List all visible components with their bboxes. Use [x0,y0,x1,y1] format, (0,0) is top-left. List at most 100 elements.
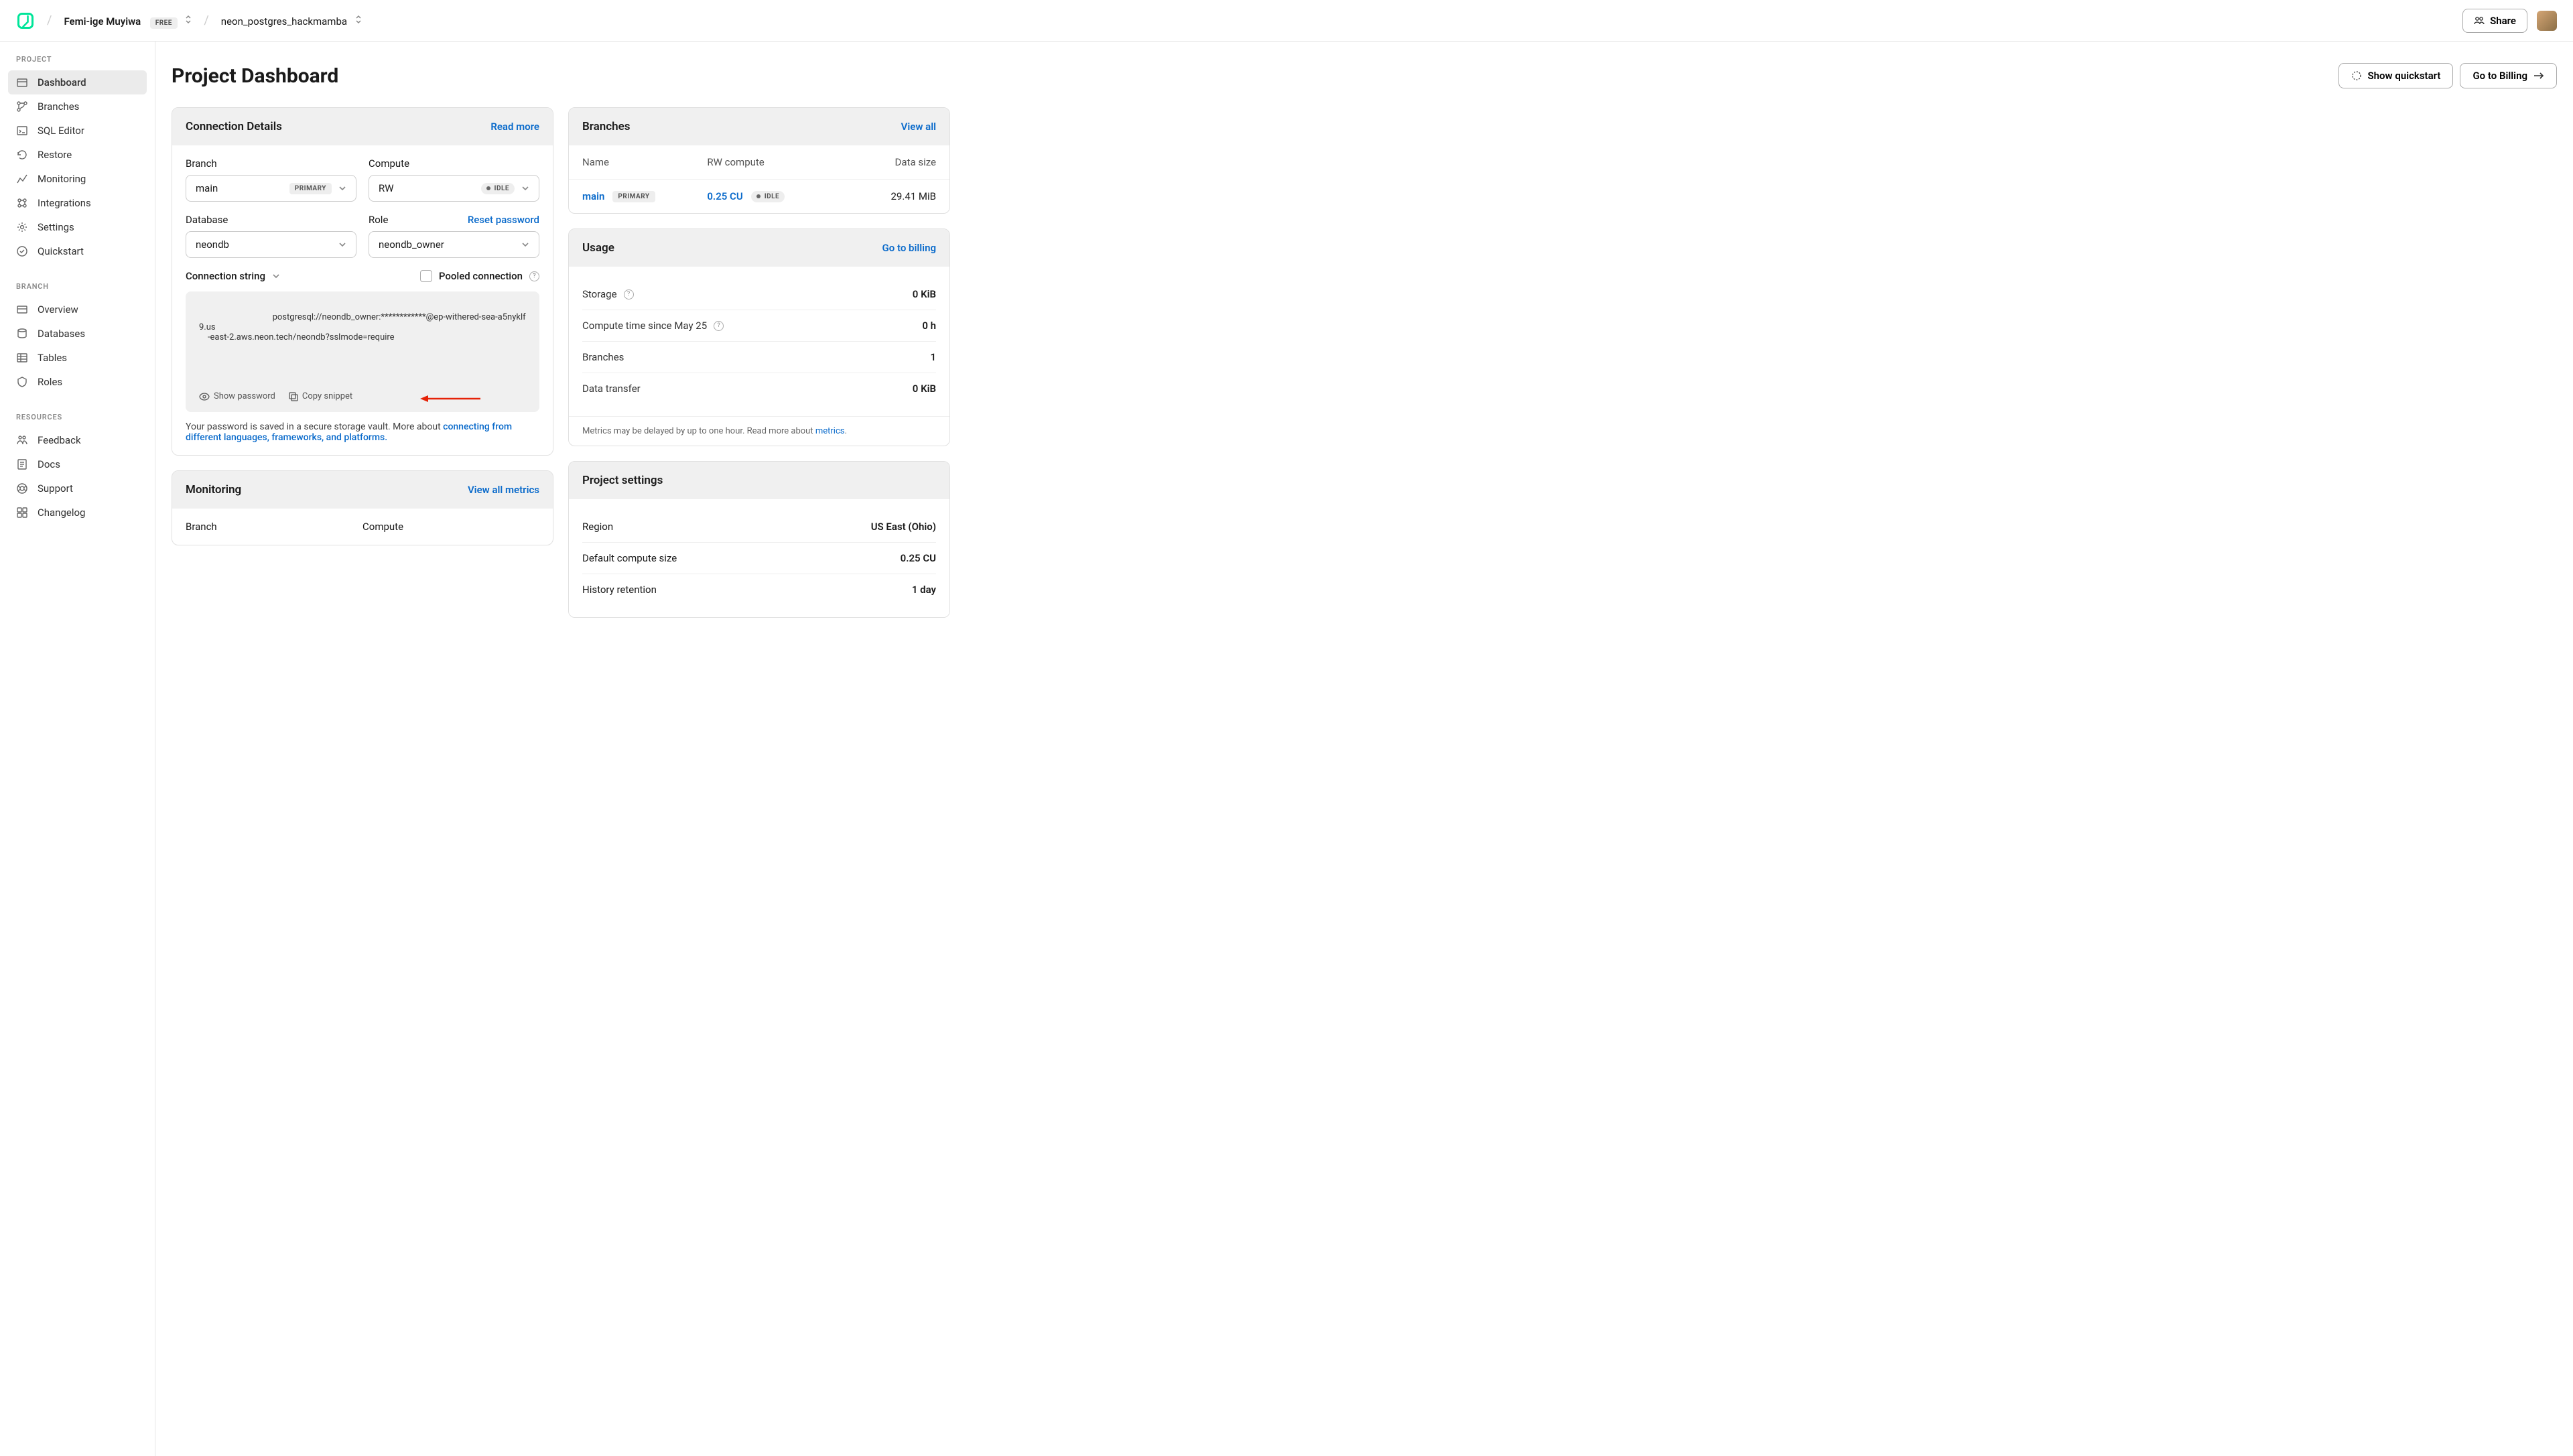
users-icon [2474,15,2485,26]
help-icon[interactable]: ? [714,321,724,331]
chevron-down-icon [521,186,529,191]
sidebar-item-monitoring[interactable]: Monitoring [8,167,147,191]
usage-value: 0 KiB [913,288,936,300]
pooled-label: Pooled connection [439,270,523,282]
help-icon[interactable]: ? [529,271,539,281]
metrics-note: Metrics may be delayed by up to one hour… [569,416,949,446]
primary-badge: PRIMARY [289,183,332,194]
sidebar-item-changelog[interactable]: Changelog [8,501,147,525]
branch-name-link[interactable]: main [582,190,604,202]
role-select[interactable]: neondb_owner [369,231,539,258]
role-label: Role [369,214,388,226]
usage-value: 0 KiB [913,383,936,395]
copy-snippet-button[interactable]: Copy snippet [289,391,352,401]
eye-icon [199,393,210,401]
sidebar-item-databases[interactable]: Databases [8,322,147,346]
sidebar-item-tables[interactable]: Tables [8,346,147,370]
branch-label: Branch [186,157,356,170]
sidebar-item-label: Docs [38,458,60,470]
sidebar-item-dashboard[interactable]: Dashboard [8,70,147,94]
compute-label: Compute [369,157,539,170]
copy-icon [289,392,298,401]
pooled-connection-checkbox[interactable] [420,270,432,282]
breadcrumb-separator: / [47,13,52,27]
topbar: / Femi-ige Muyiwa FREE / neon_postgres_h… [0,0,2573,42]
sidebar-item-label: Settings [38,221,74,233]
sidebar-item-feedback[interactable]: Feedback [8,428,147,452]
org-switcher[interactable]: Femi-ige Muyiwa FREE [64,14,192,27]
go-to-billing-button[interactable]: Go to Billing [2460,63,2557,88]
monitoring-icon [16,173,28,185]
project-switcher[interactable]: neon_postgres_hackmamba [221,14,362,27]
sidebar-item-settings[interactable]: Settings [8,215,147,239]
sidebar-item-label: Databases [38,328,85,340]
database-select[interactable]: neondb [186,231,356,258]
compute-select[interactable]: RW IDLE [369,175,539,202]
sidebar-item-label: Overview [38,304,78,316]
show-quickstart-button[interactable]: Show quickstart [2338,63,2454,88]
usage-value: 0 h [922,320,936,332]
usage-label: Compute time since May 25 ? [582,320,724,332]
settings-item: RegionUS East (Ohio) [582,511,936,543]
settings-value: US East (Ohio) [871,521,936,533]
branches-table-row[interactable]: main PRIMARY 0.25 CU IDLE 29.41 MiB [569,180,949,213]
usage-label: Storage ? [582,288,634,300]
sidebar-section-project: PROJECT [0,55,155,70]
share-button[interactable]: Share [2462,9,2527,33]
changelog-icon [16,507,28,519]
usage-item: Storage ? 0 KiB [582,279,936,310]
dashboard-icon [16,76,28,88]
show-password-button[interactable]: Show password [199,391,275,401]
sidebar-item-sql-editor[interactable]: SQL Editor [8,119,147,143]
sidebar-item-integrations[interactable]: Integrations [8,191,147,215]
quickstart-icon [16,245,28,257]
neon-logo-icon [16,11,35,30]
tier-badge: FREE [150,17,178,29]
sql-icon [16,125,28,137]
avatar[interactable] [2537,11,2557,31]
card-title: Project settings [582,474,663,487]
read-more-link[interactable]: Read more [490,121,539,133]
card-title: Monitoring [186,483,241,497]
help-icon[interactable]: ? [624,289,634,300]
settings-item: Default compute size0.25 CU [582,543,936,574]
settings-item: History retention1 day [582,574,936,605]
view-all-branches-link[interactable]: View all [901,121,936,133]
chevron-down-icon [272,273,280,279]
sidebar-item-roles[interactable]: Roles [8,370,147,394]
arrow-right-icon [2533,72,2544,80]
org-name: Femi-ige Muyiwa [64,15,141,27]
tables-icon [16,352,28,364]
integrations-icon [16,197,28,209]
database-label: Database [186,214,356,226]
sidebar-item-branches[interactable]: Branches [8,94,147,119]
sidebar-section-resources: RESOURCES [0,413,155,428]
reset-password-link[interactable]: Reset password [468,214,539,226]
overview-icon [16,304,28,316]
settings-label: History retention [582,584,657,596]
data-size: 29.41 MiB [853,190,936,202]
support-icon [16,482,28,494]
chevron-down-icon [338,186,346,191]
cu-value: 0.25 CU [707,190,742,202]
page-title: Project Dashboard [172,64,338,88]
sidebar-item-restore[interactable]: Restore [8,143,147,167]
databases-icon [16,328,28,340]
project-settings-card: Project settings RegionUS East (Ohio)Def… [568,461,950,618]
sidebar: PROJECT Dashboard BranchesSQL Editor Resto… [0,42,155,1456]
sidebar-item-label: Restore [38,149,72,161]
sidebar-item-overview[interactable]: Overview [8,297,147,322]
branch-select[interactable]: main PRIMARY [186,175,356,202]
project-name: neon_postgres_hackmamba [221,15,347,27]
go-to-billing-link[interactable]: Go to billing [882,242,936,254]
metrics-link[interactable]: metrics [815,426,845,436]
monitoring-compute-label: Compute [362,521,539,533]
main-content: Project Dashboard Show quickstart Go to … [155,42,2573,1456]
sidebar-item-quickstart[interactable]: Quickstart [8,239,147,263]
sidebar-item-docs[interactable]: Docs [8,452,147,476]
connection-string-dropdown[interactable]: Connection string [186,270,280,282]
sidebar-item-support[interactable]: Support [8,476,147,501]
sidebar-item-label: Dashboard [38,76,86,88]
annotation-arrow-icon [420,395,480,403]
view-all-metrics-link[interactable]: View all metrics [468,484,539,496]
